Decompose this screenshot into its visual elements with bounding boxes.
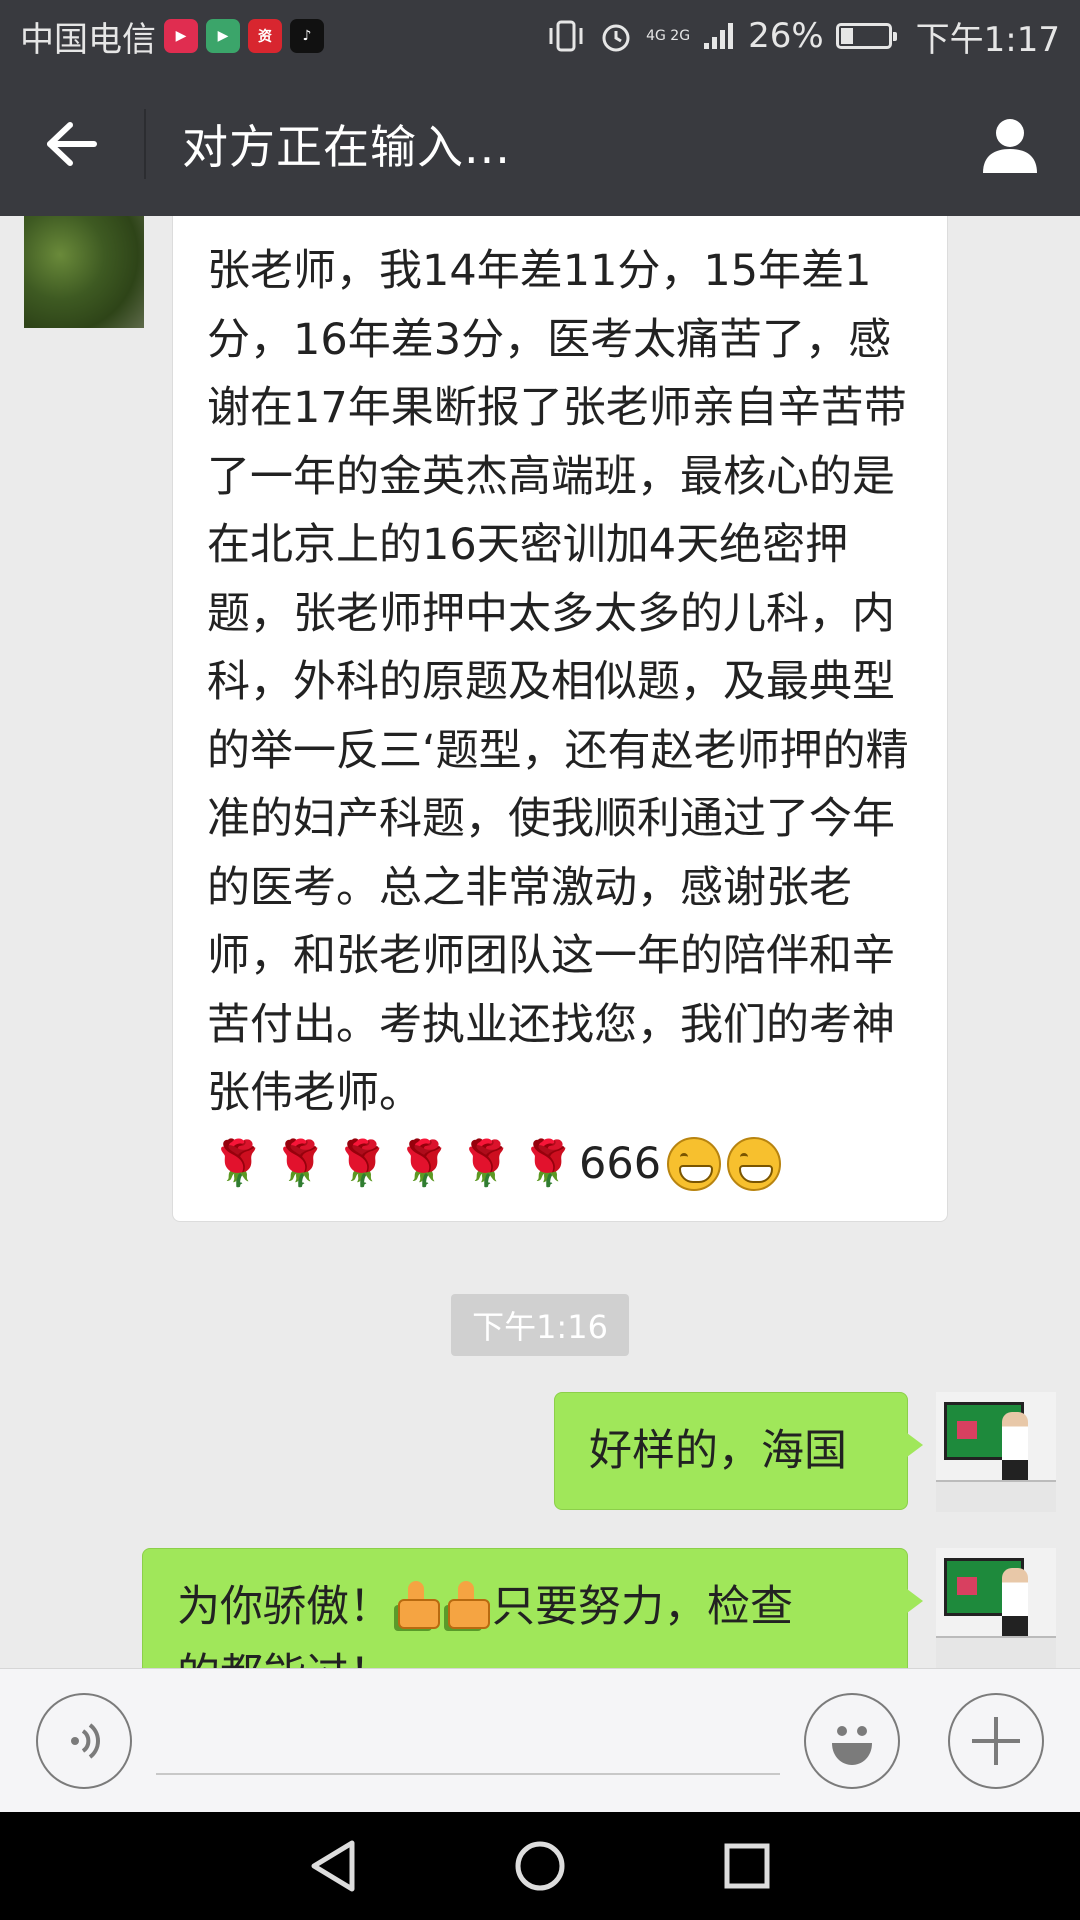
tiktok-icon: ♪	[290, 19, 324, 53]
network-label: 4G 2G	[646, 28, 691, 44]
message-timestamp: 下午1:16	[451, 1294, 629, 1356]
title-divider	[144, 109, 146, 179]
nav-recents-icon	[724, 1843, 770, 1889]
back-arrow-icon	[47, 122, 97, 166]
sent-message-text-line2: 的都能过！	[177, 1650, 392, 1668]
alarm-icon	[602, 24, 630, 52]
nav-back-button[interactable]	[293, 1826, 373, 1906]
status-left: 中国电信 ▶ ▶ 资 ♪	[20, 12, 324, 61]
grin-emoji-icon	[727, 1136, 782, 1191]
message-list[interactable]: 张老师，我14年差11分，15年差1分，16年差3分，医考太痛苦了，感谢在17年…	[0, 216, 1080, 1668]
status-bar: 中国电信 ▶ ▶ 资 ♪ 4G 2G 26% 下午1:17	[0, 0, 1080, 72]
thumbs-up-icon	[444, 1581, 490, 1629]
rose-icon: 🌹	[334, 1137, 390, 1189]
contact-avatar[interactable]	[24, 216, 144, 328]
received-message-tail: 666	[579, 1138, 662, 1189]
rose-icon: 🌹	[458, 1137, 514, 1189]
nav-back-icon	[311, 1840, 355, 1892]
sent-message-text-part2: 只要努力，检查	[492, 1582, 793, 1632]
rose-icon: 🌹	[272, 1137, 328, 1189]
system-nav-bar	[0, 1812, 1080, 1920]
emoji-row: 🌹 🌹 🌹 🌹 🌹 🌹 666	[207, 1130, 921, 1199]
person-icon	[983, 119, 1037, 173]
grin-emoji-icon	[667, 1136, 722, 1191]
chat-screen: 中国电信 ▶ ▶ 资 ♪ 4G 2G 26% 下午1:17 对方正在输入... …	[0, 0, 1080, 1920]
smiley-icon	[832, 1726, 872, 1765]
nav-home-icon	[515, 1841, 565, 1891]
nav-home-button[interactable]	[500, 1826, 580, 1906]
chat-title: 对方正在输入...	[182, 120, 511, 174]
received-message-text: 张老师，我14年差11分，15年差1分，16年差3分，医考太痛苦了，感谢在17年…	[207, 246, 909, 1118]
chat-info-button[interactable]	[940, 72, 1080, 216]
message-input[interactable]	[156, 1705, 780, 1775]
status-right: 4G 2G 26% 下午1:17	[546, 12, 1060, 61]
sent-message-bubble[interactable]: 为你骄傲！ 只要努力，检查 的都能过！	[142, 1548, 923, 1668]
play-app-icon: ▶	[206, 19, 240, 53]
rose-icon: 🌹	[210, 1137, 266, 1189]
sent-message-bubble[interactable]: 好样的，海国	[554, 1392, 923, 1510]
battery-icon	[835, 23, 897, 49]
signal-icon	[704, 23, 734, 49]
news-app-icon: 资	[248, 19, 282, 53]
emoji-button[interactable]	[804, 1693, 900, 1789]
sent-message-text-part1: 为你骄傲！	[177, 1582, 392, 1632]
nav-recents-button[interactable]	[707, 1826, 787, 1906]
voice-icon	[71, 1723, 100, 1759]
avatar-desk	[936, 1636, 1056, 1668]
sent-message-text: 好样的，海国	[589, 1426, 847, 1476]
received-message-bubble[interactable]: 张老师，我14年差11分，15年差1分，16年差3分，医考太痛苦了，感谢在17年…	[172, 216, 948, 1222]
thumbs-up-icon	[394, 1581, 440, 1629]
back-button[interactable]	[0, 72, 144, 216]
more-button[interactable]	[948, 1693, 1044, 1789]
input-bar	[0, 1668, 1080, 1812]
vibrate-icon	[549, 20, 583, 52]
video-app-icon: ▶	[164, 19, 198, 53]
voice-button[interactable]	[36, 1693, 132, 1789]
rose-icon: 🌹	[396, 1137, 452, 1189]
battery-percent: 26%	[748, 16, 824, 56]
carrier-label: 中国电信	[20, 19, 156, 60]
battery-fill	[840, 28, 853, 44]
self-avatar[interactable]	[936, 1392, 1056, 1512]
title-bar: 对方正在输入...	[0, 72, 1080, 216]
avatar-desk	[936, 1480, 1056, 1512]
self-avatar[interactable]	[936, 1548, 1056, 1668]
plus-icon	[972, 1717, 1020, 1765]
rose-icon: 🌹	[520, 1137, 576, 1189]
clock: 下午1:17	[915, 19, 1060, 60]
